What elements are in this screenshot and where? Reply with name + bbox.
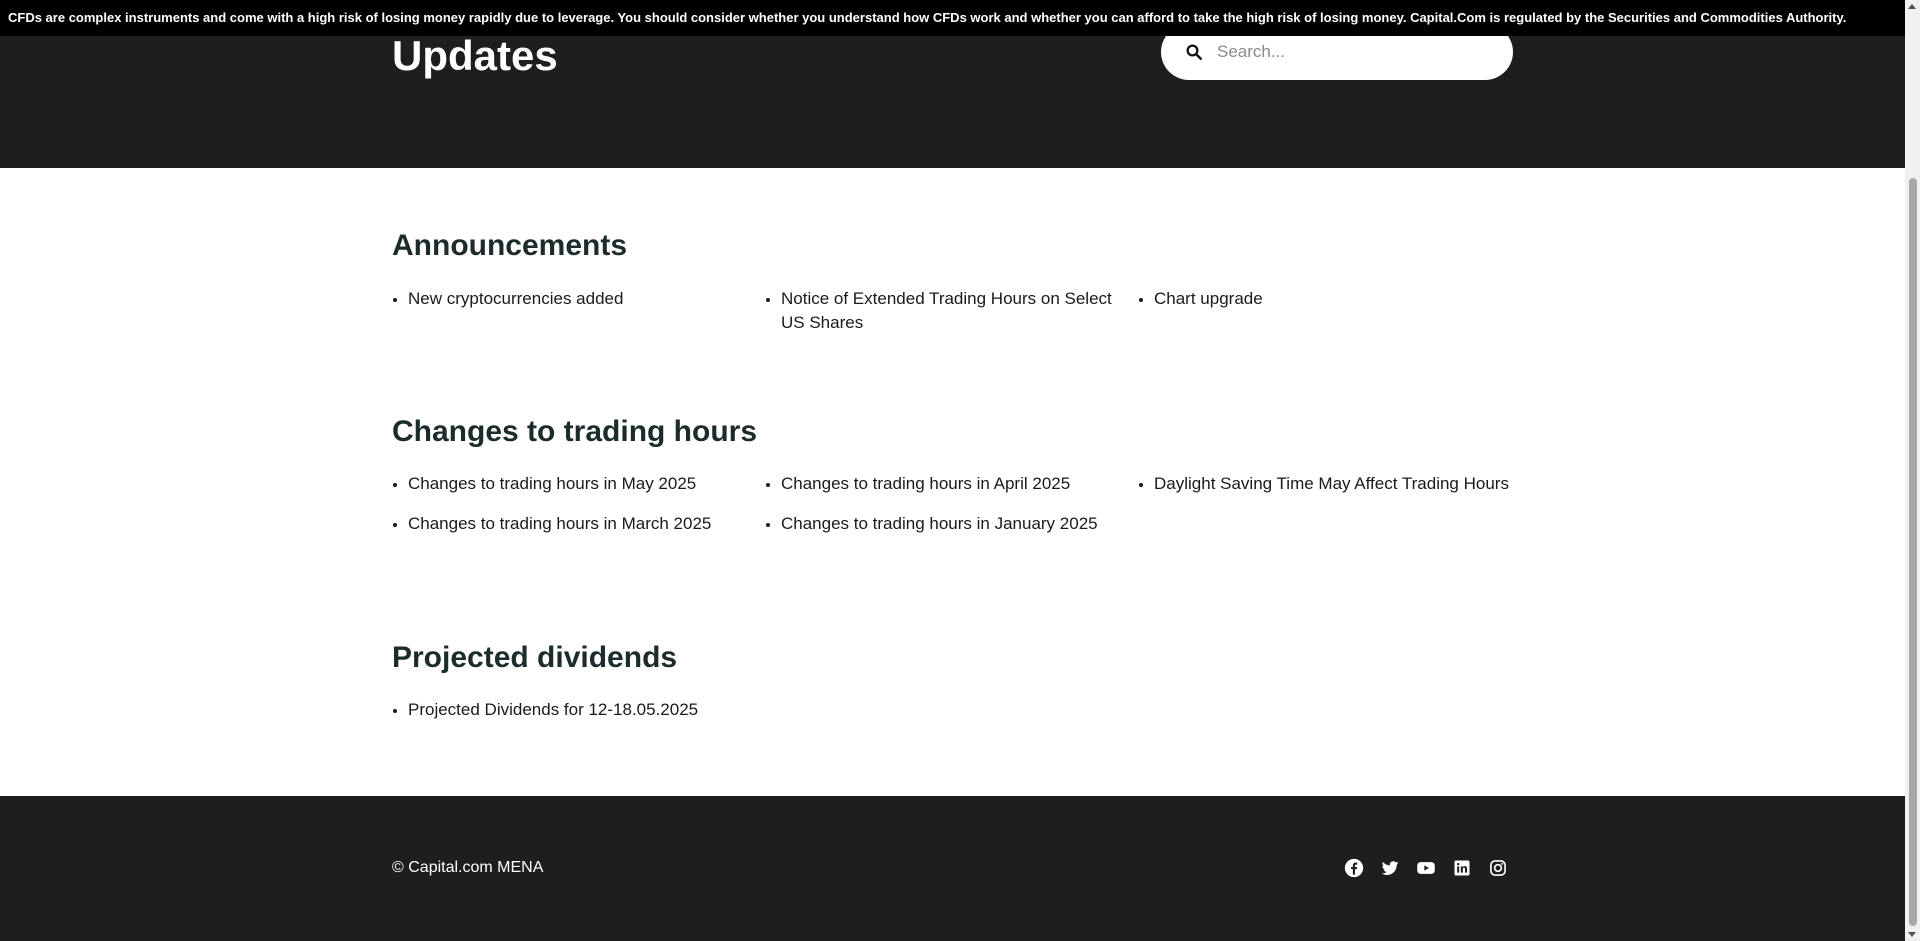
search-icon bbox=[1186, 44, 1202, 60]
scroll-up-icon[interactable] bbox=[1908, 4, 1916, 9]
trading-hours-link[interactable]: Changes to trading hours in January 2025 bbox=[781, 514, 1098, 533]
list-item: Projected Dividends for 12-18.05.2025 bbox=[408, 698, 781, 722]
instagram-icon[interactable] bbox=[1488, 858, 1508, 878]
page: Updates CFDs are complex instruments and… bbox=[0, 0, 1920, 941]
section-trading-hours: Changes to trading hours Changes to trad… bbox=[392, 412, 1517, 582]
list-item: Daylight Saving Time May Affect Trading … bbox=[1154, 472, 1527, 496]
list-item: Chart upgrade bbox=[1154, 287, 1527, 335]
page-title: Updates bbox=[392, 32, 558, 79]
list-item: New cryptocurrencies added bbox=[408, 287, 781, 335]
trading-hours-link[interactable]: Changes to trading hours in May 2025 bbox=[408, 474, 696, 493]
announcement-link[interactable]: Notice of Extended Trading Hours on Sele… bbox=[781, 289, 1112, 332]
facebook-icon[interactable] bbox=[1344, 858, 1364, 878]
section-title: Announcements bbox=[392, 229, 628, 262]
search-input[interactable] bbox=[1215, 41, 1495, 63]
section-projected-dividends: Projected dividends Projected Dividends … bbox=[392, 638, 1517, 748]
dividends-link[interactable]: Projected Dividends for 12-18.05.2025 bbox=[408, 700, 698, 719]
link-list: Changes to trading hours in May 2025 Cha… bbox=[408, 472, 1527, 536]
youtube-icon[interactable] bbox=[1416, 858, 1436, 878]
risk-warning-bar: CFDs are complex instruments and come wi… bbox=[0, 0, 1905, 36]
announcement-link[interactable]: Chart upgrade bbox=[1154, 289, 1263, 308]
trading-hours-link[interactable]: Changes to trading hours in March 2025 bbox=[408, 514, 711, 533]
link-list: New cryptocurrencies added Notice of Ext… bbox=[408, 287, 1527, 335]
linkedin-icon[interactable] bbox=[1452, 858, 1472, 878]
list-item: Changes to trading hours in April 2025 bbox=[781, 472, 1154, 496]
footer-copyright: © Capital.com MENA bbox=[392, 859, 544, 876]
scroll-down-icon[interactable] bbox=[1908, 932, 1916, 937]
scrollbar[interactable] bbox=[1905, 0, 1920, 941]
trading-hours-link[interactable]: Changes to trading hours in April 2025 bbox=[781, 474, 1070, 493]
section-title: Changes to trading hours bbox=[392, 415, 758, 448]
list-item: Changes to trading hours in May 2025 bbox=[408, 472, 781, 496]
list-item: Changes to trading hours in January 2025 bbox=[781, 512, 1154, 536]
section-title: Projected dividends bbox=[392, 641, 678, 674]
announcement-link[interactable]: New cryptocurrencies added bbox=[408, 289, 623, 308]
section-announcements: Announcements New cryptocurrencies added… bbox=[392, 226, 1517, 356]
scrollbar-thumb[interactable] bbox=[1909, 178, 1917, 926]
trading-hours-link[interactable]: Daylight Saving Time May Affect Trading … bbox=[1154, 474, 1509, 493]
link-list: Projected Dividends for 12-18.05.2025 bbox=[408, 698, 1527, 722]
list-item: Changes to trading hours in March 2025 bbox=[408, 512, 781, 536]
twitter-icon[interactable] bbox=[1380, 858, 1400, 878]
main-content: Announcements New cryptocurrencies added… bbox=[0, 168, 1905, 796]
footer: © Capital.com MENA bbox=[0, 796, 1905, 941]
list-item: Notice of Extended Trading Hours on Sele… bbox=[781, 287, 1154, 335]
social-links bbox=[1344, 858, 1508, 878]
